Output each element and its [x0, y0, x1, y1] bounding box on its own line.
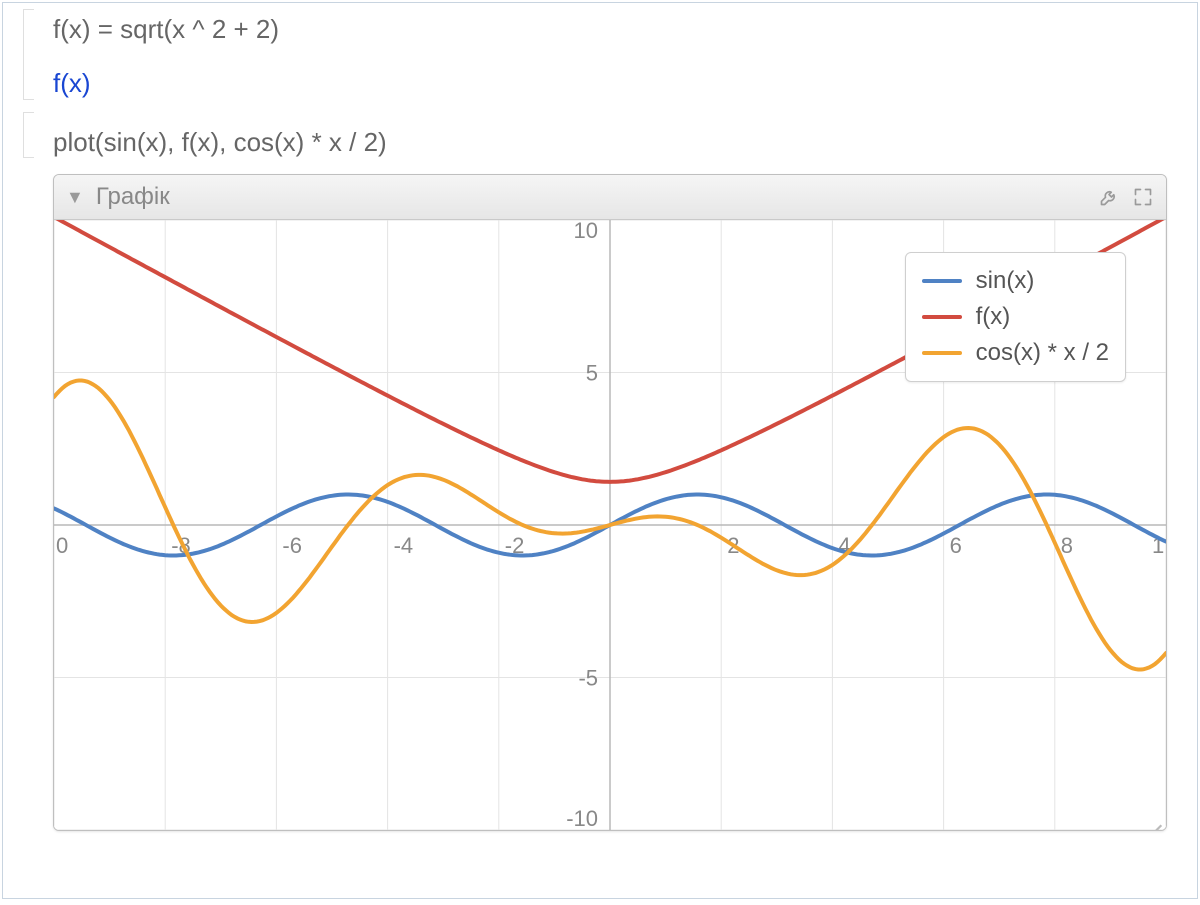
output-link[interactable]: f(x) [53, 65, 1167, 101]
input-cell-1[interactable]: f(x) = sqrt(x ^ 2 + 2) f(x) [3, 3, 1197, 106]
plot-output: ▼ Графік 0-8-6-4-224681-10-5510 si [53, 174, 1167, 831]
wrench-icon[interactable] [1098, 186, 1120, 208]
x-tick-label: 0 [56, 533, 68, 558]
x-tick-label: -4 [394, 533, 414, 558]
legend-swatch [922, 315, 962, 319]
input-cell-2[interactable]: plot(sin(x), f(x), cos(x) * x / 2) [3, 106, 1197, 164]
legend-label: f(x) [976, 303, 1011, 331]
x-tick-label: 8 [1061, 533, 1073, 558]
legend-swatch [922, 351, 962, 355]
y-tick-label: 10 [574, 220, 598, 243]
expand-icon[interactable] [1132, 186, 1154, 208]
plot-title: Графік [96, 183, 170, 211]
legend-item[interactable]: f(x) [922, 299, 1109, 335]
cell-bracket [23, 112, 34, 158]
legend-item[interactable]: sin(x) [922, 263, 1109, 299]
plot-legend[interactable]: sin(x) f(x) cos(x) * x / 2 [905, 252, 1126, 382]
code-line: f(x) = sqrt(x ^ 2 + 2) [53, 11, 1167, 47]
collapse-icon[interactable]: ▼ [66, 187, 84, 208]
y-tick-label: -10 [566, 806, 598, 830]
legend-label: cos(x) * x / 2 [976, 339, 1109, 367]
plot-body[interactable]: 0-8-6-4-224681-10-5510 sin(x)f(x)cos(x) … [54, 220, 1166, 830]
plot-header: ▼ Графік [54, 175, 1166, 220]
legend-label: sin(x) [976, 267, 1035, 295]
plot-panel: ▼ Графік 0-8-6-4-224681-10-5510 si [53, 174, 1167, 831]
resize-grip[interactable] [1148, 812, 1162, 826]
legend-item[interactable]: cos(x) * x / 2 [922, 335, 1109, 371]
notebook-panel: f(x) = sqrt(x ^ 2 + 2) f(x) plot(sin(x),… [2, 2, 1198, 899]
x-tick-label: -6 [282, 533, 302, 558]
legend-swatch [922, 279, 962, 283]
y-tick-label: 5 [586, 361, 598, 386]
x-tick-label: 6 [950, 533, 962, 558]
y-tick-label: -5 [578, 666, 598, 691]
cell-bracket [23, 9, 34, 100]
code-line: plot(sin(x), f(x), cos(x) * x / 2) [53, 124, 1167, 160]
